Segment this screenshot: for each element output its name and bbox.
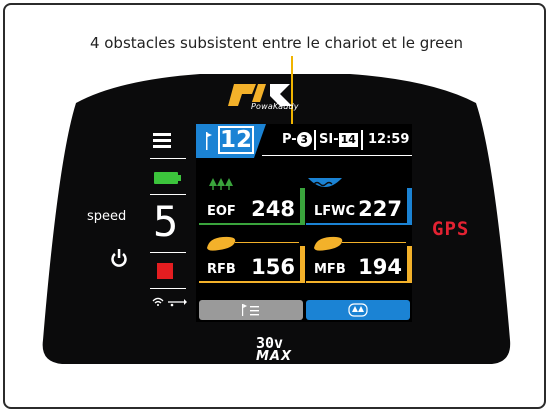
tile-accent-bottom	[306, 223, 412, 225]
hole-number[interactable]: 12	[218, 126, 254, 154]
tile-accent-bottom	[199, 281, 305, 283]
tile-distance: 248	[251, 197, 295, 221]
model-name: MAX	[256, 349, 293, 364]
si-prefix: SI-	[319, 132, 339, 147]
par-prefix: P-	[282, 132, 297, 147]
tile-accent	[300, 188, 305, 225]
tile-label: RFB	[207, 262, 236, 277]
wifi-usb-icon	[152, 297, 187, 307]
tile-distance: 194	[358, 255, 402, 279]
battery-icon	[154, 172, 181, 184]
trees-circle-icon	[348, 303, 368, 317]
gps-label: GPS	[432, 218, 470, 240]
water-icon	[308, 178, 342, 187]
display-screen: 12 P- 3 SI- 14 12:59 EOF 248 LFWC 227 RF…	[196, 124, 412, 322]
tile-accent	[407, 188, 412, 225]
obstacle-tile-rfb[interactable]: RFB 156	[199, 234, 305, 283]
tile-distance: 156	[251, 255, 295, 279]
side-divider	[150, 288, 186, 289]
tile-label: MFB	[314, 262, 346, 277]
model-badge: 30v MAX	[256, 334, 293, 364]
speed-label: speed	[87, 209, 127, 224]
stroke-index: SI- 14	[319, 132, 358, 147]
side-divider	[150, 158, 186, 159]
obstacle-tile-eof[interactable]: EOF 248	[199, 176, 305, 225]
par-value: 3	[296, 132, 312, 147]
trees-icon	[209, 178, 233, 190]
tile-top-line	[235, 242, 299, 243]
header-divider	[314, 130, 316, 150]
hole-list-button[interactable]	[199, 300, 303, 320]
header-divider	[361, 130, 363, 150]
bottom-button-row	[196, 300, 412, 320]
si-value: 14	[338, 133, 358, 147]
bunker-icon	[314, 236, 343, 251]
tile-distance: 227	[358, 197, 402, 221]
tile-label: EOF	[207, 204, 236, 219]
clock: 12:59	[368, 132, 410, 147]
tile-accent-bottom	[199, 223, 305, 225]
status-header: 12 P- 3 SI- 14 12:59	[196, 124, 412, 158]
brand-name: PowaKaddy	[251, 102, 299, 111]
obstacle-tile-lfwc[interactable]: LFWC 227	[306, 176, 412, 225]
bunker-icon	[207, 236, 236, 251]
obstacle-tile-mfb[interactable]: MFB 194	[306, 234, 412, 283]
flag-list-icon	[242, 304, 259, 316]
side-divider	[150, 194, 186, 195]
tile-accent	[407, 246, 412, 283]
tile-label: LFWC	[314, 204, 356, 219]
tile-accent	[300, 246, 305, 283]
power-icon[interactable]	[110, 248, 128, 268]
hazards-button[interactable]	[306, 300, 410, 320]
flag-icon	[206, 132, 212, 150]
stop-button[interactable]	[157, 263, 173, 279]
par-indicator: P- 3	[282, 132, 312, 147]
header-underline	[262, 155, 412, 156]
tile-accent-bottom	[306, 281, 412, 283]
model-number: 30v	[256, 334, 284, 352]
speed-value[interactable]: 5	[153, 198, 178, 246]
side-divider	[150, 252, 186, 253]
tile-top-line	[342, 242, 406, 243]
menu-icon[interactable]	[153, 132, 175, 150]
